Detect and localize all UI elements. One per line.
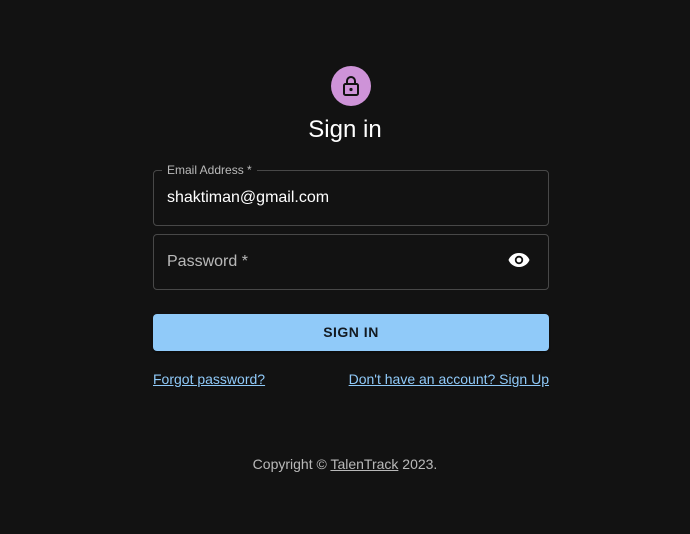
sign-in-page: Sign in Email Address * shaktiman@gmail.… xyxy=(0,0,690,534)
password-field[interactable]: Password * xyxy=(153,234,549,290)
sign-up-link[interactable]: Don't have an account? Sign Up xyxy=(349,370,549,388)
copyright-suffix: 2023. xyxy=(398,456,438,472)
page-title: Sign in xyxy=(308,116,382,143)
forgot-password-link[interactable]: Forgot password? xyxy=(153,370,265,388)
brand-link[interactable]: TalenTrack xyxy=(330,456,398,472)
copyright-prefix: Copyright © xyxy=(252,456,331,472)
email-field[interactable]: Email Address * shaktiman@gmail.com xyxy=(153,162,549,226)
eye-icon xyxy=(508,252,530,273)
copyright-footer: Copyright © TalenTrack 2023. xyxy=(0,455,690,473)
password-field-label: Password * xyxy=(167,253,248,270)
lock-avatar xyxy=(331,66,371,106)
email-field-value[interactable]: shaktiman@gmail.com xyxy=(167,171,329,225)
lock-icon xyxy=(341,75,361,97)
toggle-password-visibility-button[interactable] xyxy=(503,246,535,278)
sign-in-button[interactable]: SIGN IN xyxy=(153,314,549,351)
